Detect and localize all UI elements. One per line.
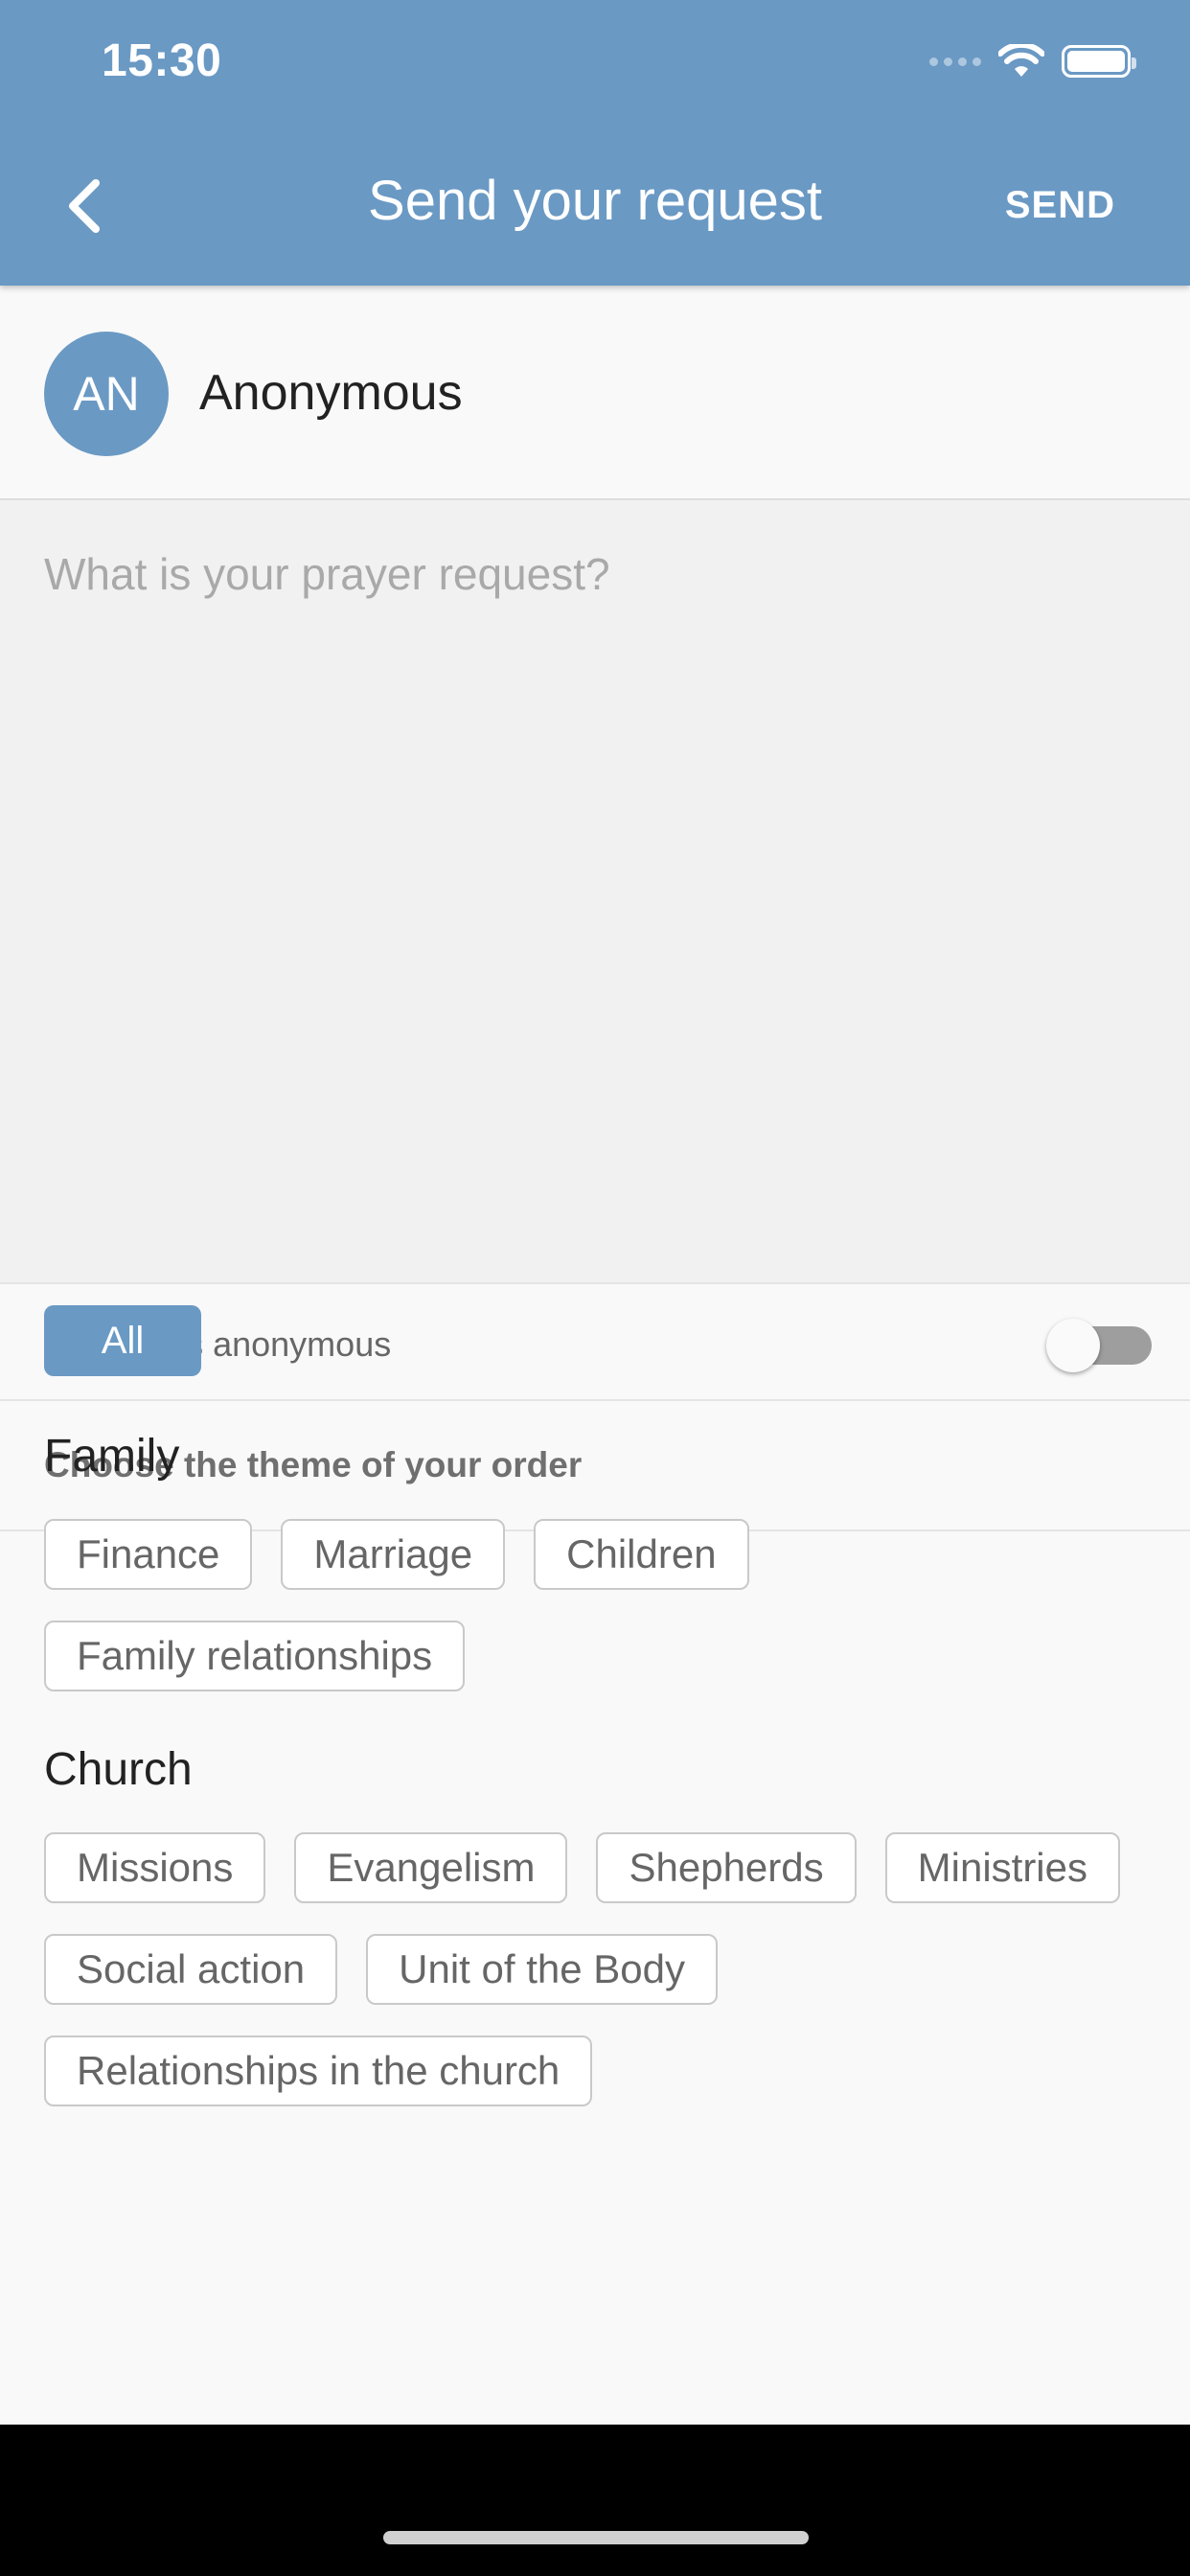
theme-chip[interactable]: Unit of the Body	[366, 1934, 718, 2005]
theme-chip[interactable]: Relationships in the church	[44, 2036, 593, 2106]
theme-chip[interactable]: Shepherds	[596, 1832, 857, 1903]
cellular-signal-icon	[929, 57, 981, 66]
status-icons	[929, 44, 1136, 79]
theme-chip[interactable]: Missions	[44, 1832, 266, 1903]
theme-chip[interactable]: Marriage	[281, 1519, 506, 1590]
theme-chip[interactable]: Ministries	[884, 1832, 1120, 1903]
request-area	[0, 500, 1190, 1284]
request-form: AN Anonymous Publish as anonymous Choose…	[0, 286, 1190, 2425]
send-button[interactable]: SEND	[1005, 184, 1115, 227]
user-name: Anonymous	[199, 365, 463, 421]
theme-chip-group-family: Finance Marriage Children Family relatio…	[44, 1519, 1146, 1691]
theme-chip[interactable]: Evangelism	[294, 1832, 568, 1903]
theme-chip[interactable]: Social action	[44, 1934, 338, 2005]
battery-icon	[1062, 45, 1136, 78]
prayer-request-input[interactable]	[44, 548, 1146, 1238]
theme-chip-all[interactable]: All	[44, 1305, 201, 1376]
theme-chip[interactable]: Children	[534, 1519, 749, 1590]
theme-chip[interactable]: Finance	[44, 1519, 253, 1590]
screen: 15:30 Send your request SEND AN Anonymou…	[0, 0, 1190, 2576]
theme-group-title: Family	[44, 1431, 180, 1482]
theme-chip-group-church: Missions Evangelism Shepherds Ministries…	[44, 1832, 1146, 2106]
theme-chip[interactable]: Family relationships	[44, 1621, 466, 1691]
home-indicator	[383, 2531, 809, 2544]
app-header: 15:30 Send your request SEND	[0, 0, 1190, 286]
anonymous-toggle[interactable]	[1046, 1319, 1152, 1372]
avatar: AN	[44, 332, 169, 456]
toggle-knob	[1046, 1319, 1100, 1372]
user-row: AN Anonymous	[0, 286, 1190, 500]
status-time: 15:30	[102, 35, 222, 86]
theme-group-title: Church	[44, 1744, 193, 1795]
wifi-icon	[998, 44, 1044, 77]
